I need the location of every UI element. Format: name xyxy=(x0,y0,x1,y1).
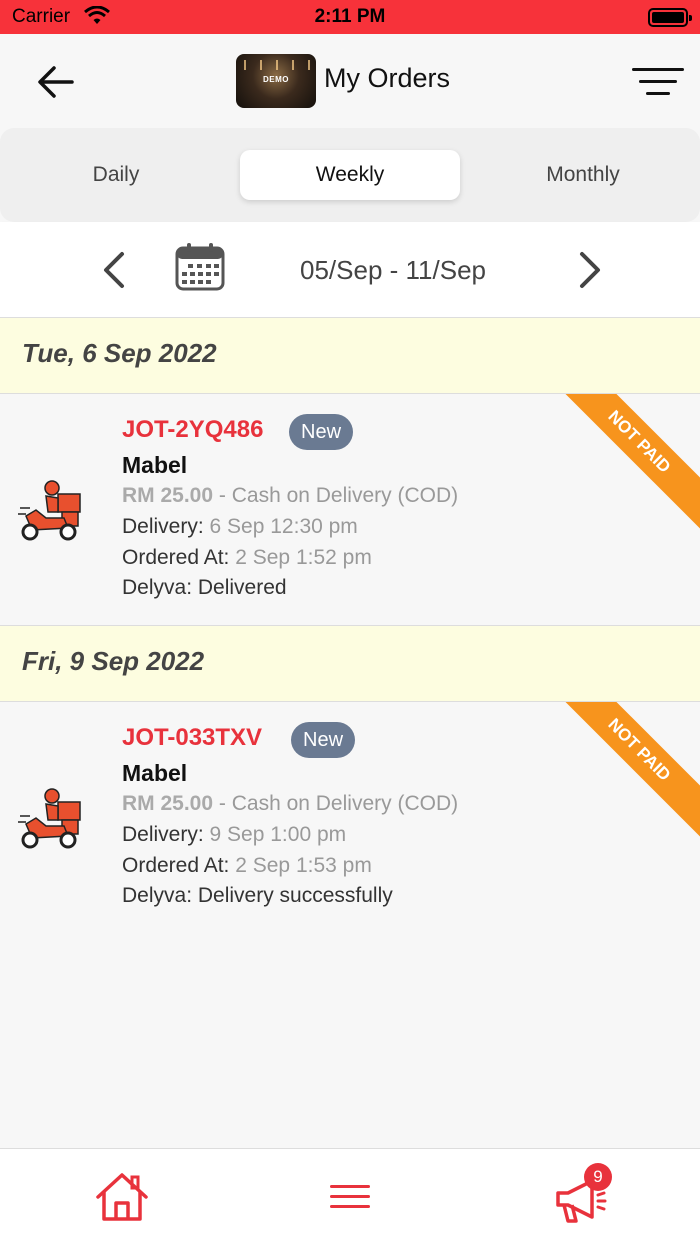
calendar-icon[interactable] xyxy=(174,242,226,292)
day-date: Tue, 6 Sep 2022 xyxy=(22,338,217,368)
tab-monthly[interactable]: Monthly xyxy=(473,150,693,200)
arrow-left-icon xyxy=(38,66,74,98)
delivery-value: 6 Sep 12:30 pm xyxy=(209,515,358,538)
ordered-at-value: 2 Sep 1:52 pm xyxy=(235,546,372,569)
ordered-at-label: Ordered At: xyxy=(122,546,230,569)
payment-method: - Cash on Delivery (COD) xyxy=(218,792,459,815)
day-header: Fri, 9 Sep 2022 xyxy=(0,626,700,702)
battery-icon xyxy=(648,8,692,27)
not-paid-ribbon: NOT PAID xyxy=(552,702,700,837)
not-paid-ribbon: NOT PAID xyxy=(552,394,700,529)
delivery-label: Delivery: xyxy=(122,515,204,538)
home-icon[interactable] xyxy=(94,1171,150,1223)
delivery-value: 9 Sep 1:00 pm xyxy=(209,823,347,846)
notification-badge: 9 xyxy=(584,1163,612,1191)
courier-status-line: Delyva: Delivery successfully xyxy=(122,884,393,908)
courier-label: Delyva: xyxy=(122,884,193,907)
filter-icon xyxy=(632,68,684,71)
period-tabs: Daily Weekly Monthly xyxy=(0,128,700,222)
ordered-at-line: Ordered At: 2 Sep 1:53 pm xyxy=(122,854,372,878)
day-header: Tue, 6 Sep 2022 xyxy=(0,318,700,394)
scooter-delivery-icon xyxy=(18,788,81,849)
courier-status: Delivered xyxy=(197,576,287,599)
courier-label: Delyva: xyxy=(122,576,193,599)
status-bar: Carrier 2:11 PM xyxy=(0,0,700,34)
price-line: RM 25.00 - Cash on Delivery (COD) xyxy=(122,792,458,816)
clock: 2:11 PM xyxy=(314,6,386,27)
order-card[interactable]: JOT-033TXV New Mabel RM 25.00 - Cash on … xyxy=(0,702,700,934)
ordered-at-line: Ordered At: 2 Sep 1:52 pm xyxy=(122,546,372,570)
payment-method: - Cash on Delivery (COD) xyxy=(218,484,459,507)
chevron-left-icon[interactable] xyxy=(96,248,132,292)
customer-name: Mabel xyxy=(122,760,188,786)
courier-status: Delivery successfully xyxy=(197,884,393,907)
date-range-label: 05/Sep - 11/Sep xyxy=(300,255,486,285)
tab-weekly[interactable]: Weekly xyxy=(240,150,460,200)
order-amount: RM 25.00 xyxy=(122,792,214,815)
menu-icon[interactable] xyxy=(326,1179,374,1215)
order-number: JOT-2YQ486 xyxy=(122,416,264,443)
day-date: Fri, 9 Sep 2022 xyxy=(22,646,205,676)
page-title: My Orders xyxy=(324,63,451,93)
logo-text: DEMO xyxy=(263,75,289,84)
customer-name: Mabel xyxy=(122,452,188,478)
date-navigator: 05/Sep - 11/Sep xyxy=(0,222,700,318)
tab-daily[interactable]: Daily xyxy=(6,150,226,200)
ordered-at-label: Ordered At: xyxy=(122,854,230,877)
delivery-time-line: Delivery: 9 Sep 1:00 pm xyxy=(122,823,346,847)
restaurant-logo: DEMO xyxy=(236,54,316,108)
back-button[interactable] xyxy=(30,58,82,106)
price-line: RM 25.00 - Cash on Delivery (COD) xyxy=(122,484,458,508)
delivery-time-line: Delivery: 6 Sep 12:30 pm xyxy=(122,515,358,539)
chevron-right-icon[interactable] xyxy=(572,248,608,292)
delivery-label: Delivery: xyxy=(122,823,204,846)
order-amount: RM 25.00 xyxy=(122,484,214,507)
scooter-delivery-icon xyxy=(18,480,81,541)
status-badge: New xyxy=(289,414,354,450)
order-card[interactable]: JOT-2YQ486 New Mabel RM 25.00 - Cash on … xyxy=(0,394,700,626)
status-badge: New xyxy=(291,722,356,758)
filter-button[interactable] xyxy=(630,64,684,100)
ordered-at-value: 2 Sep 1:53 pm xyxy=(235,854,372,877)
courier-status-line: Delyva: Delivered xyxy=(122,576,287,600)
header: DEMO My Orders xyxy=(0,34,700,128)
order-number: JOT-033TXV xyxy=(122,724,263,751)
